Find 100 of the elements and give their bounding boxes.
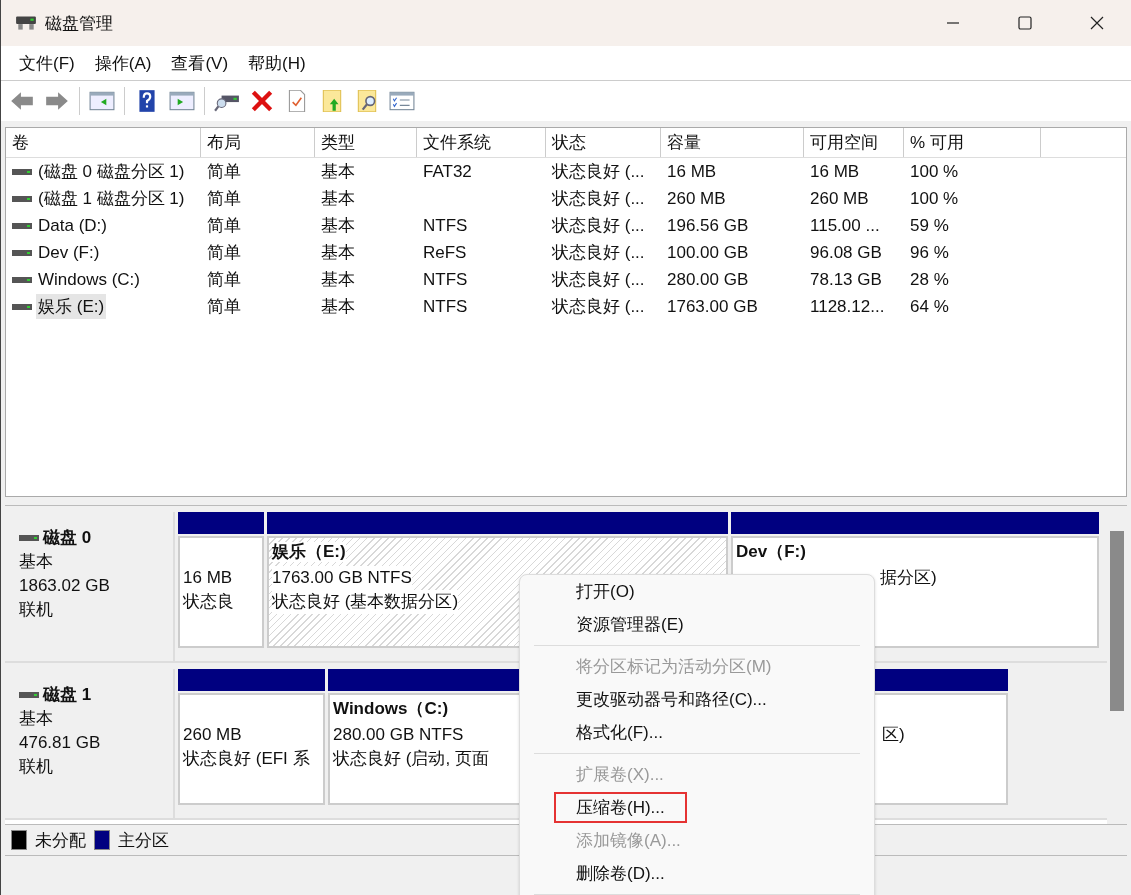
close-icon[interactable] [1089,15,1105,31]
menu-item[interactable]: 查看(V) [161,51,239,75]
volume-name[interactable]: Data (D:) [36,214,109,237]
table-cell: 16 MB [667,161,717,182]
volume-name[interactable]: 娱乐 (E:) [36,294,107,319]
table-cell-text: 状态良好 (... [552,161,645,183]
column-header[interactable]: 布局 [201,128,315,157]
table-cell-text: 基本 [321,242,355,264]
drive-icon [12,275,32,284]
table-cell-text: 状态良好 (... [552,296,645,318]
table-cell-text: 简单 [207,215,241,237]
table-cell: FAT32 [423,161,472,182]
table-cell-text: 基本 [321,215,355,237]
menu-item[interactable]: 操作(A) [84,51,162,75]
disk-status: 联机 [19,599,54,621]
column-header[interactable]: 可用空间 [804,128,904,157]
table-cell-text: 基本 [321,188,355,210]
table-cell-text: 状态良好 (... [552,188,645,210]
column-header[interactable]: % 可用 [904,128,1041,157]
table-cell: 59 % [910,215,949,236]
table-cell: 115.00 ... [810,215,880,236]
table-cell-text: 状态良好 (... [552,215,645,237]
menu-item[interactable]: 压缩卷(H)... [554,792,687,823]
volume-name[interactable]: (磁盘 0 磁盘分区 1) [36,159,187,184]
table-cell: 280.00 GB [667,269,749,290]
menu-item[interactable]: 删除卷(D)... [554,858,687,889]
disk-icon [15,14,37,32]
disk-name: 磁盘 0 [43,527,92,549]
disk-label-panel[interactable]: 磁盘 0 基本 1863.02 GB 联机 [5,512,175,661]
partition-title: 娱乐（E:) [272,542,346,562]
table-cell: 260 MB [667,188,726,209]
partition-info: 1763.00 GB NTFS [272,566,412,590]
volume-name[interactable]: (磁盘 1 磁盘分区 1) [36,186,187,211]
table-cell: 16 MB [810,161,860,182]
drive-icon [12,194,32,203]
partition-title: Dev（F:) [736,542,806,562]
disk-type: 基本 [19,551,54,573]
volume-name[interactable]: Dev (F:) [36,241,102,264]
table-cell-text: 基本 [321,269,355,291]
table-cell: 100 % [910,161,959,182]
table-cell-text: 简单 [207,188,241,210]
table-cell: 96 % [910,242,949,263]
column-header[interactable]: 容量 [661,128,804,157]
disk-size: 1863.02 GB [19,575,111,597]
disk-size: 476.81 GB [19,732,102,754]
table-cell: 28 % [910,269,949,290]
maximize-icon[interactable] [1017,15,1033,31]
table-cell: NTFS [423,269,468,290]
disk-label-panel[interactable]: 磁盘 1 基本 476.81 GB 联机 [5,669,175,818]
checklist-icon[interactable] [389,90,415,112]
disk-name: 磁盘 1 [43,684,92,706]
table-cell: 100 % [910,188,959,209]
back-arrow-icon[interactable] [9,90,35,112]
table-cell: ReFS [423,242,467,263]
window-title: 磁盘管理 [45,12,113,35]
menu-item[interactable]: 资源管理器(E) [554,609,706,640]
table-cell-text: 状态良好 (... [552,269,645,291]
panel-icon[interactable] [169,90,195,112]
delete-icon[interactable] [249,90,275,112]
menu-item[interactable]: 文件(F) [9,51,85,75]
drive-icon [19,533,39,542]
column-header[interactable]: 文件系统 [417,128,546,157]
table-cell-text: 简单 [207,296,241,318]
forward-arrow-icon[interactable] [44,90,70,112]
table-cell-text: 基本 [321,161,355,183]
drive-icon [12,248,32,257]
partition-block[interactable]: 16 MB 状态良 [178,536,264,648]
legend-label: 未分配 [35,829,86,852]
menu-item[interactable]: 格式化(F)... [554,717,685,748]
table-cell-text: 简单 [207,161,241,183]
drive-icon [12,167,32,176]
table-cell: 64 % [910,296,949,317]
table-cell: 260 MB [810,188,869,209]
panel-icon[interactable] [89,90,115,112]
column-header[interactable]: 类型 [315,128,417,157]
legend-label: 主分区 [118,829,169,852]
table-cell-text: 基本 [321,296,355,318]
scrollbar[interactable] [1107,506,1127,824]
menu-item[interactable]: 帮助(H) [238,51,316,75]
table-cell: 100.00 GB [667,242,749,263]
disk-status: 联机 [19,756,54,778]
partition-title: Windows（C:) [333,699,449,719]
drive-icon [12,221,32,230]
menu-item[interactable]: 打开(O) [554,576,657,607]
table-cell: NTFS [423,296,468,317]
partition-info: 状态良好 (基本数据分区) [272,590,459,614]
table-cell: 78.13 GB [810,269,882,290]
partition-block[interactable]: 260 MB 状态良好 (EFI 系 [178,693,325,805]
table-cell: 1128.12... [810,296,885,317]
column-header[interactable]: 卷 [6,128,201,157]
scroll-thumb[interactable] [1110,531,1124,711]
table-cell: 1763.00 GB [667,296,758,317]
table-cell-text: 简单 [207,269,241,291]
table-cell-text: 状态良好 (... [552,242,645,264]
volume-name[interactable]: Windows (C:) [36,268,142,291]
table-cell: NTFS [423,215,468,236]
column-header[interactable]: 状态 [546,128,661,157]
table-cell: 96.08 GB [810,242,882,263]
disk-type: 基本 [19,708,54,730]
table-cell: 196.56 GB [667,215,749,236]
